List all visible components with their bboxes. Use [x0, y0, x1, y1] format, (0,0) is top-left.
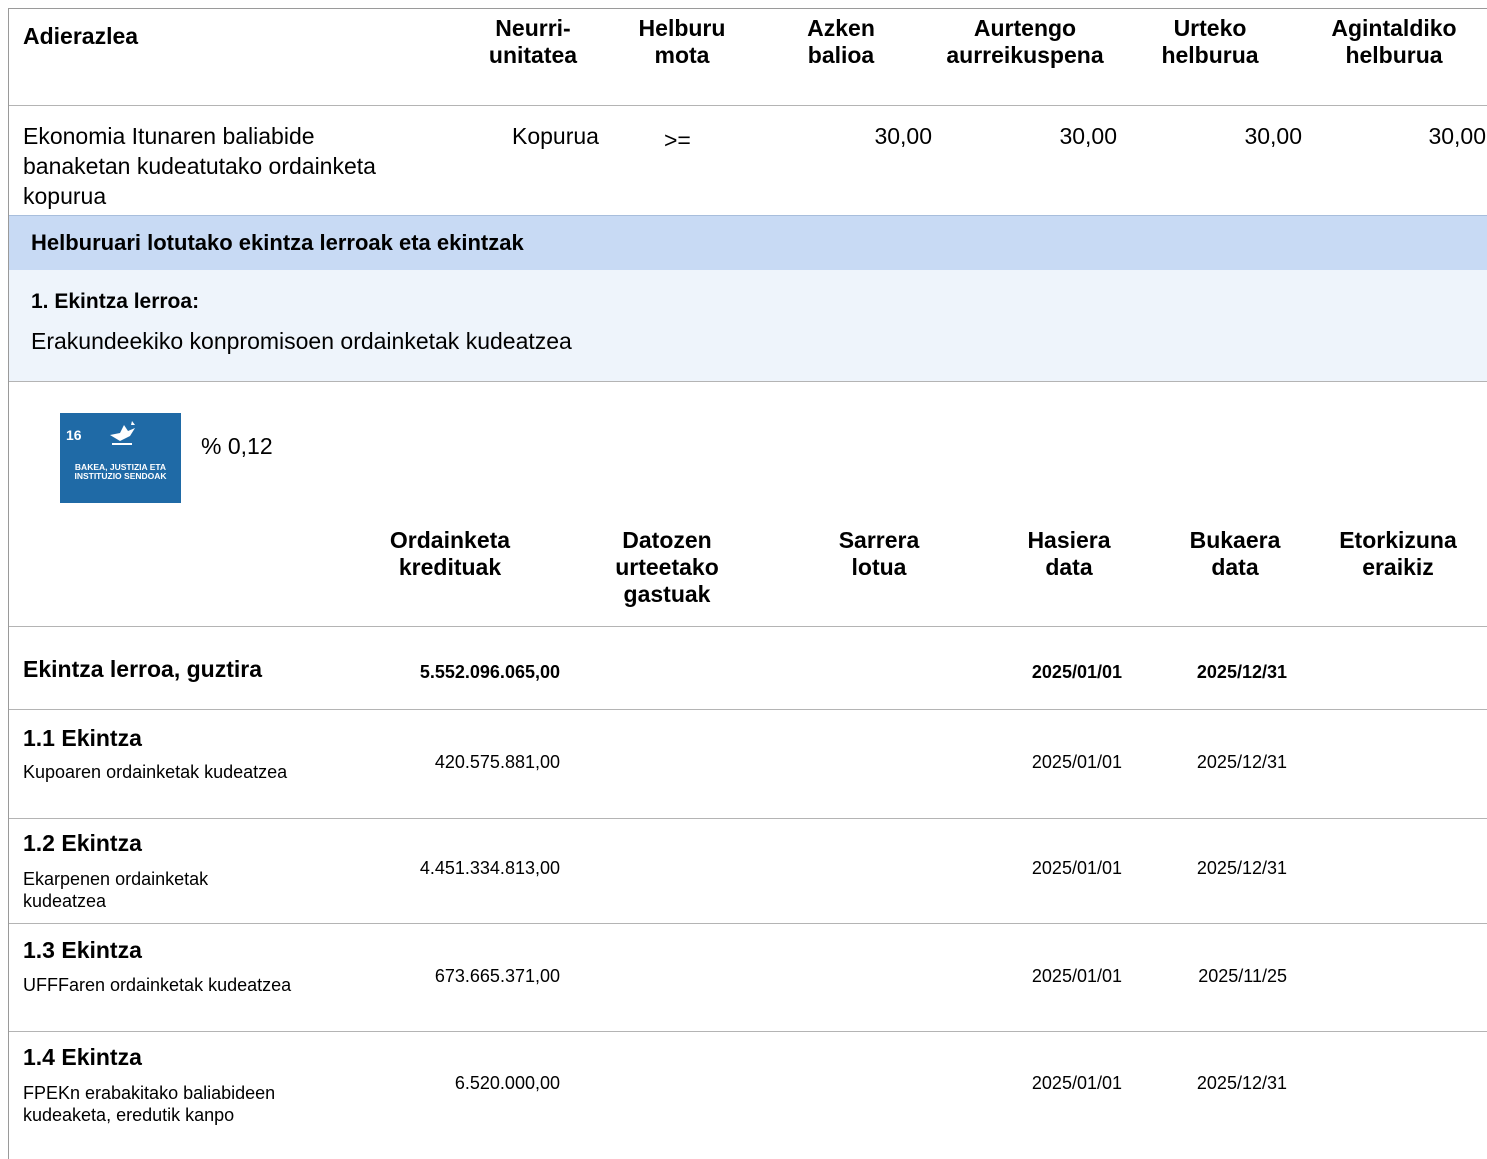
action-start-date: 2025/01/01 — [1031, 752, 1122, 772]
total-start-date: 2025/01/01 — [1031, 662, 1122, 682]
action-credits: 420.575.881,00 — [434, 752, 560, 772]
action-credits: 673.665.371,00 — [434, 966, 560, 986]
total-end-date: 2025/12/31 — [1196, 662, 1287, 682]
action-description: FPEKn erabakitako baliabideen kudeaketa,… — [23, 1083, 276, 1125]
action-end-date: 2025/11/25 — [1198, 966, 1287, 986]
dove-icon — [108, 419, 138, 452]
action-start-date: 2025/01/01 — [1031, 858, 1122, 878]
header-linked-income: Sarrera lotua — [838, 527, 920, 580]
action-credits: 6.520.000,00 — [454, 1073, 560, 1093]
header-unit: Neurri- unitatea — [488, 15, 578, 68]
divider — [9, 1031, 1487, 1032]
indicator-term-target: 30,00 — [1428, 123, 1486, 149]
header-annual-target: Urteko helburua — [1161, 15, 1259, 68]
divider — [9, 709, 1487, 710]
action-end-date: 2025/12/31 — [1196, 858, 1287, 878]
header-last-value: Azken balioa — [807, 15, 875, 68]
header-future-build: Etorkizuna eraikiz — [1339, 527, 1457, 580]
divider — [9, 626, 1487, 627]
action-description: Kupoaren ordainketak kudeatzea — [23, 762, 288, 782]
sdg-number: 16 — [66, 427, 82, 443]
header-target-type: Helburu mota — [638, 15, 726, 68]
header-forecast: Aurtengo aurreikuspena — [946, 15, 1104, 68]
action-start-date: 2025/01/01 — [1031, 966, 1122, 986]
action-title: 1.1 Ekintza — [23, 725, 142, 751]
indicator-name: Ekonomia Itunaren baliabide banaketan ku… — [23, 123, 376, 209]
action-start-date: 2025/01/01 — [1031, 1073, 1122, 1093]
header-indicator: Adierazlea — [23, 23, 139, 49]
action-end-date: 2025/12/31 — [1196, 1073, 1287, 1093]
action-credits: 4.451.334.813,00 — [419, 858, 560, 878]
indicator-forecast: 30,00 — [1059, 123, 1117, 149]
action-line-title: 1. Ekintza lerroa: — [31, 290, 200, 313]
total-credits: 5.552.096.065,00 — [419, 662, 560, 682]
header-credits: Ordainketa kredituak — [389, 527, 511, 580]
total-label: Ekintza lerroa, guztira — [23, 656, 263, 682]
indicator-annual-target: 30,00 — [1244, 123, 1302, 149]
action-title: 1.4 Ekintza — [23, 1044, 142, 1070]
header-end-date: Bukaera data — [1189, 527, 1281, 580]
divider — [9, 923, 1487, 924]
indicator-last-value: 30,00 — [874, 123, 932, 149]
divider — [9, 818, 1487, 819]
sdg-caption: BAKEA, JUSTIZIA ETA INSTITUZIO SENDOAK — [74, 462, 167, 481]
header-future-expenses: Datozen urteetako gastuak — [615, 527, 719, 607]
divider — [9, 105, 1487, 106]
section-title-band: Helburuari lotutako ekintza lerroak eta … — [9, 215, 1487, 271]
header-term-target: Agintaldiko helburua — [1331, 15, 1457, 68]
sdg-16-badge: 16 BAKEA, JUSTIZIA ETA INSTITUZIO SENDOA… — [60, 413, 181, 503]
header-start-date: Hasiera data — [1027, 527, 1111, 580]
section-title: Helburuari lotutako ekintza lerroak eta … — [31, 230, 524, 255]
action-description: Ekarpenen ordainketak kudeatzea — [23, 869, 209, 911]
action-description: UFFFaren ordainketak kudeatzea — [23, 975, 292, 995]
indicator-target-type: >= — [664, 127, 691, 153]
action-title: 1.2 Ekintza — [23, 830, 142, 856]
action-end-date: 2025/12/31 — [1196, 752, 1287, 772]
action-line-band: 1. Ekintza lerroa: Erakundeekiko konprom… — [9, 270, 1487, 382]
action-title: 1.3 Ekintza — [23, 937, 142, 963]
action-line-description: Erakundeekiko konpromisoen ordainketak k… — [31, 328, 572, 354]
indicator-unit: Kopurua — [512, 123, 599, 149]
report-frame: Adierazlea Neurri- unitatea Helburu mota… — [8, 8, 1487, 1159]
sdg-percent: % 0,12 — [201, 433, 273, 459]
